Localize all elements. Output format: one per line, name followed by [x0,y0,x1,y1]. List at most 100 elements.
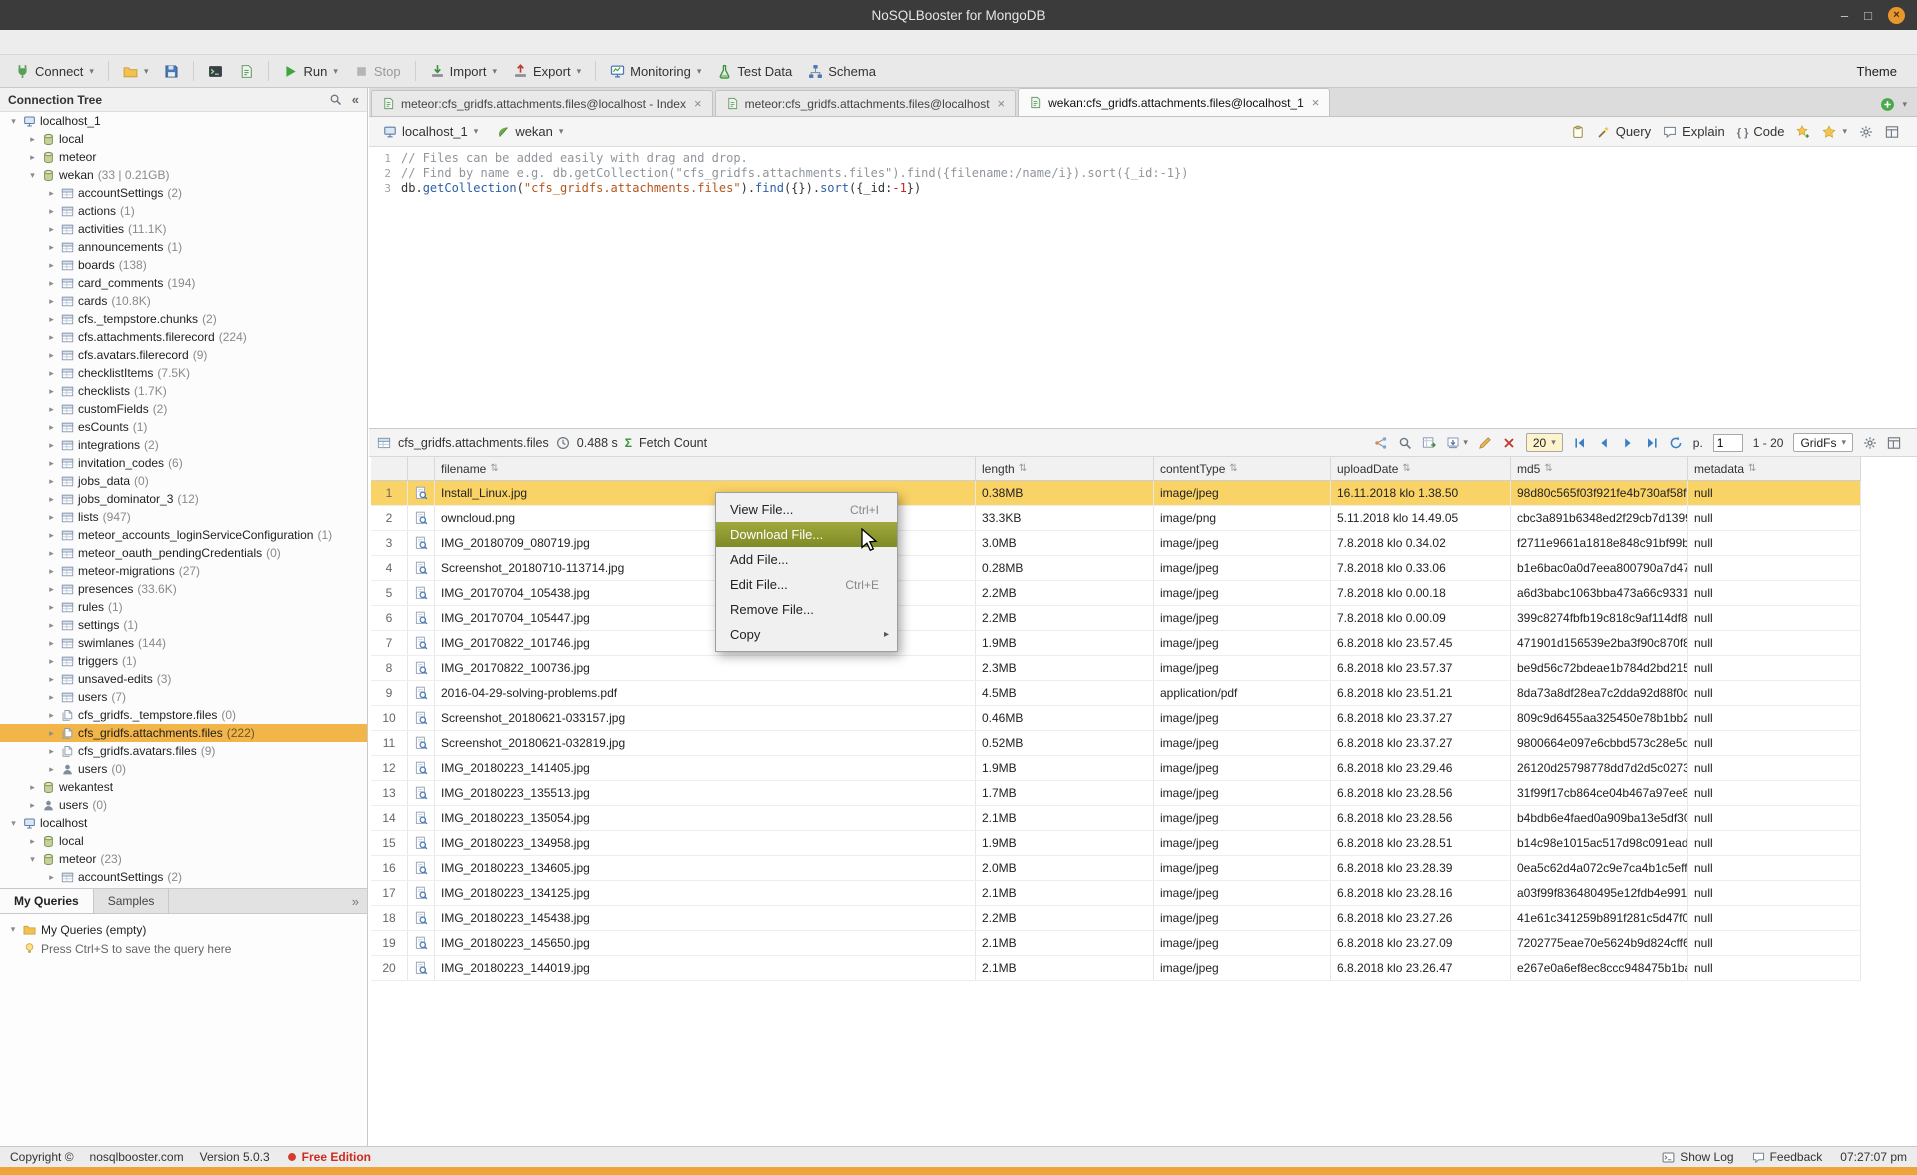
preview-cell[interactable] [408,831,435,855]
tree-item[interactable]: ▸ meteor [0,148,367,166]
table-row[interactable]: 9 2016-04-29-solving-problems.pdf 4.5MB … [371,681,1861,706]
table-row[interactable]: 5 IMG_20170704_105438.jpg 2.2MB image/jp… [371,581,1861,606]
tree-item[interactable]: ▸ cfs_gridfs.attachments.files (222) [0,724,367,742]
preview-icon[interactable] [414,861,428,875]
preview-cell[interactable] [408,881,435,905]
table-row[interactable]: 12 IMG_20180223_141405.jpg 1.9MB image/j… [371,756,1861,781]
theme-button[interactable]: Theme [1857,64,1897,79]
run-button[interactable]: Run ▾ [276,60,344,83]
table-row[interactable]: 17 IMG_20180223_134125.jpg 2.1MB image/j… [371,881,1861,906]
expander-icon[interactable]: ▸ [46,674,57,685]
new-tab-button[interactable] [1880,97,1895,112]
table-row[interactable]: 20 IMG_20180223_144019.jpg 2.1MB image/j… [371,956,1861,981]
expander-icon[interactable]: ▸ [46,872,57,883]
tree-item[interactable]: ▸ cfs_gridfs.avatars.files (9) [0,742,367,760]
tree-item[interactable]: ▸ accountSettings (2) [0,868,367,886]
refresh-icon[interactable] [1669,436,1683,450]
last-page-button[interactable] [1645,436,1659,450]
document-tab[interactable]: meteor:cfs_gridfs.attachments.files@loca… [371,90,713,116]
tree-item[interactable]: ▸ cfs._tempstore.chunks (2) [0,310,367,328]
previous-page-button[interactable] [1597,436,1611,450]
column-header[interactable]: filename ⇅ [435,457,976,480]
add-favorite-button[interactable] [1796,125,1810,139]
sort-icon[interactable]: ⇅ [1019,463,1027,474]
tree-item[interactable]: ▸ meteor_accounts_loginServiceConfigurat… [0,526,367,544]
preview-icon[interactable] [414,711,428,725]
connection-selector[interactable]: localhost_1 ▾ [377,121,484,142]
page-number-input[interactable] [1713,434,1743,452]
fetch-count-button[interactable]: Fetch Count [639,436,707,450]
table-row[interactable]: 4 Screenshot_20180710-113714.jpg 0.28MB … [371,556,1861,581]
preview-icon[interactable] [414,686,428,700]
query-button[interactable]: Query [1597,124,1651,139]
tree-item[interactable]: ▸ unsaved-edits (3) [0,670,367,688]
table-row[interactable]: 7 IMG_20170822_101746.jpg 1.9MB image/jp… [371,631,1861,656]
column-header[interactable]: contentType ⇅ [1154,457,1331,480]
preview-cell[interactable] [408,931,435,955]
preview-icon[interactable] [414,811,428,825]
expander-icon[interactable]: ▸ [27,782,38,793]
expander-icon[interactable]: ▸ [46,386,57,397]
expander-icon[interactable]: ▸ [46,584,57,595]
table-row[interactable]: 19 IMG_20180223_145650.jpg 2.1MB image/j… [371,931,1861,956]
expander-icon[interactable]: ▸ [27,800,38,811]
expander-icon[interactable]: ▸ [46,224,57,235]
preview-cell[interactable] [408,856,435,880]
expander-icon[interactable]: ▸ [27,836,38,847]
expander-icon[interactable]: ▸ [46,728,57,739]
preview-icon[interactable] [414,561,428,575]
context-menu-item[interactable]: Edit File... Ctrl+E [716,572,897,597]
tree-item[interactable]: ▸ lists (947) [0,508,367,526]
tree-item[interactable]: ▾ meteor (23) [0,850,367,868]
tree-item[interactable]: ▸ integrations (2) [0,436,367,454]
tree-item[interactable]: ▸ cfs.avatars.filerecord (9) [0,346,367,364]
expander-icon[interactable]: ▸ [46,620,57,631]
show-log-button[interactable]: Show Log [1662,1150,1733,1164]
tree-item[interactable]: ▸ activities (11.1K) [0,220,367,238]
favorites-button[interactable]: ▾ [1822,125,1847,139]
tree-item[interactable]: ▸ accountSettings (2) [0,184,367,202]
table-row[interactable]: 13 IMG_20180223_135513.jpg 1.7MB image/j… [371,781,1861,806]
preview-icon[interactable] [414,486,428,500]
first-page-button[interactable] [1573,436,1587,450]
page-size-select[interactable]: 20 ▾ [1526,433,1563,452]
expander-icon[interactable]: ▸ [46,440,57,451]
explain-button[interactable]: Explain [1663,124,1725,139]
next-page-button[interactable] [1621,436,1635,450]
expander-icon[interactable]: ▸ [46,746,57,757]
expander-icon[interactable]: ▸ [46,656,57,667]
preview-icon[interactable] [414,886,428,900]
expander-icon[interactable]: ▸ [46,278,57,289]
close-tab-icon[interactable]: × [1312,95,1320,110]
preview-icon[interactable] [414,636,428,650]
tab-list-caret-icon[interactable]: ▾ [1902,99,1907,110]
sort-icon[interactable]: ⇅ [490,463,498,474]
table-row[interactable]: 18 IMG_20180223_145438.jpg 2.2MB image/j… [371,906,1861,931]
preview-cell[interactable] [408,906,435,930]
tree-item[interactable]: ▸ card_comments (194) [0,274,367,292]
preview-cell[interactable] [408,631,435,655]
preview-cell[interactable] [408,606,435,630]
expander-icon[interactable]: ▸ [46,566,57,577]
preview-cell[interactable] [408,706,435,730]
expander-icon[interactable]: ▾ [27,170,38,181]
tree-item[interactable]: ▸ checklists (1.7K) [0,382,367,400]
tree-item[interactable]: ▸ settings (1) [0,616,367,634]
expander-icon[interactable]: ▸ [46,242,57,253]
expander-icon[interactable]: ▸ [46,458,57,469]
expander-icon[interactable]: ▸ [46,368,57,379]
expander-icon[interactable]: ▸ [46,476,57,487]
expander-icon[interactable]: ▸ [27,152,38,163]
sort-icon[interactable]: ⇅ [1229,463,1237,474]
preview-icon[interactable] [414,586,428,600]
column-header[interactable]: metadata ⇅ [1688,457,1861,480]
preview-cell[interactable] [408,556,435,580]
close-tab-icon[interactable]: × [998,96,1006,111]
preview-icon[interactable] [414,536,428,550]
preview-icon[interactable] [414,911,428,925]
grid-settings-icon[interactable] [1863,436,1877,450]
document-tab[interactable]: meteor:cfs_gridfs.attachments.files@loca… [715,90,1017,116]
open-script-button[interactable] [232,60,261,83]
schema-button[interactable]: Schema [801,60,883,83]
preview-cell[interactable] [408,481,435,505]
